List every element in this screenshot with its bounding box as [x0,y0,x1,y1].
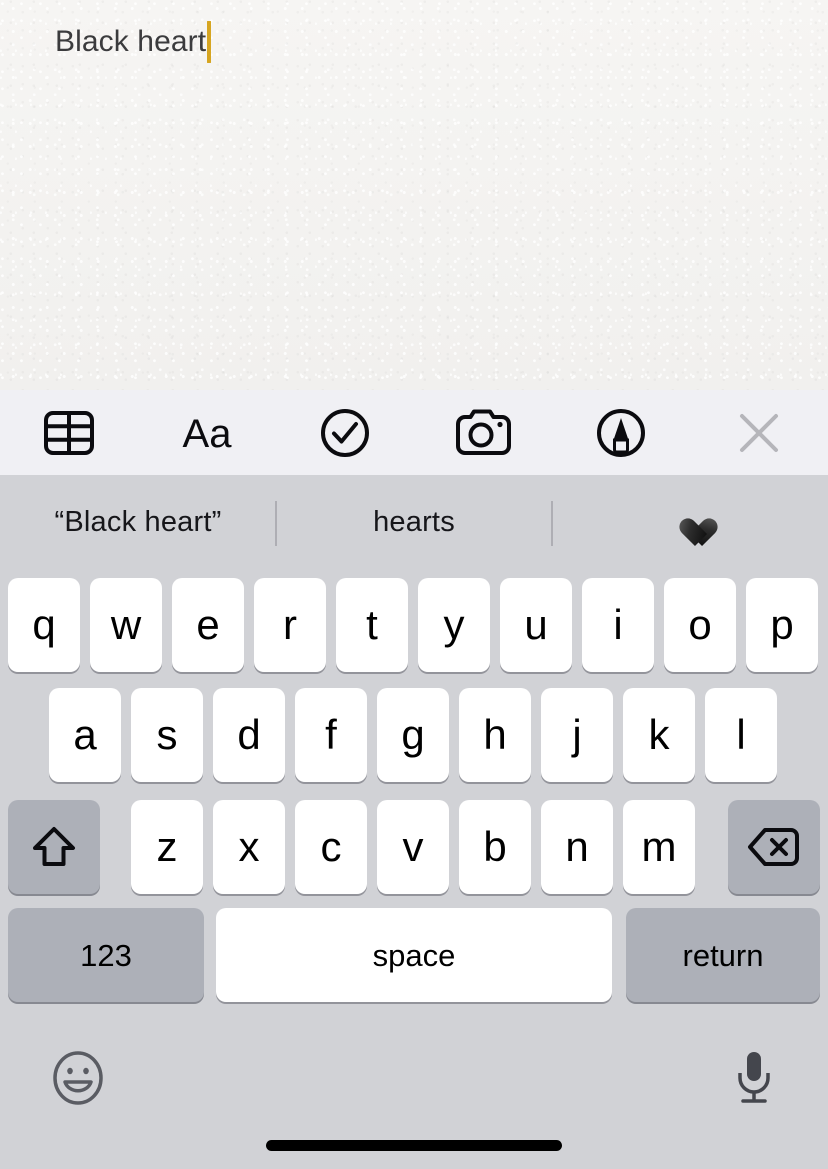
key-e[interactable]: e [172,578,244,672]
markup-pen-icon [595,407,647,459]
key-s[interactable]: s [131,688,203,782]
close-icon [736,410,782,456]
backspace-icon [746,825,802,869]
key-k[interactable]: k [623,688,695,782]
emoji-keyboard-button[interactable] [50,1050,106,1111]
note-text: Black heart [55,25,207,58]
key-a[interactable]: a [49,688,121,782]
svg-text:Aa: Aa [183,412,233,456]
key-u[interactable]: u [500,578,572,672]
key-p[interactable]: p [746,578,818,672]
key-d[interactable]: d [213,688,285,782]
keyboard-row-4: 123 space return [0,896,828,1008]
candidate-divider-1 [275,501,277,546]
markup-button[interactable] [552,390,690,475]
key-g[interactable]: g [377,688,449,782]
key-q[interactable]: q [8,578,80,672]
table-icon [43,410,95,456]
key-t[interactable]: t [336,578,408,672]
notes-format-toolbar: Aa [0,390,828,475]
key-rows: q w e r t y u i o p a s d f g h j k l z … [0,570,828,1008]
candidate-divider-2 [551,501,553,546]
iphone-screen: Black heart Aa “Black heart” hearts q w … [0,0,828,1169]
key-z[interactable]: z [131,800,203,894]
keyboard-row-3: z x c v b n m [0,784,828,896]
key-w[interactable]: w [90,578,162,672]
note-first-line: Black heart [55,20,212,64]
emoji-smiley-icon [51,1050,105,1111]
camera-icon [454,409,512,457]
microphone-icon [732,1048,776,1113]
keyboard-row-2: a s d f g h j k l [0,672,828,784]
predictive-text-bar: “Black heart” hearts [0,475,828,570]
dictation-button[interactable] [726,1050,782,1110]
return-key[interactable]: return [626,908,820,1002]
camera-button[interactable] [414,390,552,475]
shift-icon [30,823,78,871]
key-l[interactable]: l [705,688,777,782]
home-indicator[interactable] [266,1140,562,1151]
numeric-key[interactable]: 123 [8,908,204,1002]
key-i[interactable]: i [582,578,654,672]
keyboard-row-1: q w e r t y u i o p [0,570,828,672]
key-x[interactable]: x [213,800,285,894]
key-o[interactable]: o [664,578,736,672]
candidate-emoji[interactable] [552,475,828,570]
text-format-icon: Aa [176,409,238,457]
key-h[interactable]: h [459,688,531,782]
key-c[interactable]: c [295,800,367,894]
text-format-button[interactable]: Aa [138,390,276,475]
candidate-literal[interactable]: “Black heart” [0,475,276,570]
key-n[interactable]: n [541,800,613,894]
key-j[interactable]: j [541,688,613,782]
shift-key[interactable] [8,800,100,894]
key-v[interactable]: v [377,800,449,894]
candidate-word[interactable]: hearts [276,475,552,570]
backspace-key[interactable] [728,800,820,894]
close-keyboard-button[interactable] [690,390,828,475]
space-key[interactable]: space [216,908,612,1002]
black-heart-emoji [673,507,707,538]
key-b[interactable]: b [459,800,531,894]
checklist-button[interactable] [276,390,414,475]
table-button[interactable] [0,390,138,475]
key-f[interactable]: f [295,688,367,782]
text-cursor [207,21,212,63]
key-r[interactable]: r [254,578,326,672]
checklist-icon [319,407,371,459]
key-y[interactable]: y [418,578,490,672]
key-m[interactable]: m [623,800,695,894]
note-text-area[interactable]: Black heart [0,0,828,390]
